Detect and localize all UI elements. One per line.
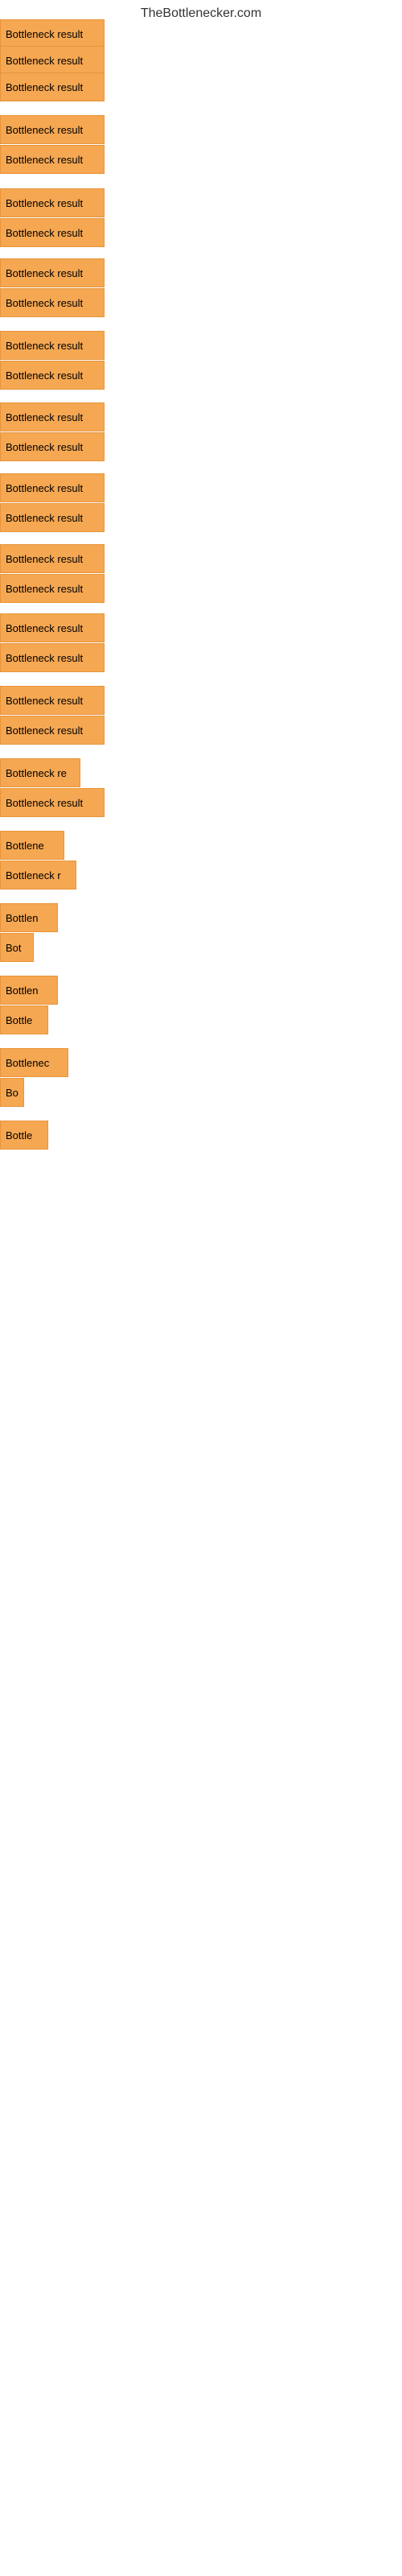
bottleneck-result-label: Bottleneck result — [6, 197, 83, 209]
bottleneck-result-item: Bottlenec — [0, 1048, 68, 1077]
bottleneck-result-label: Bottleneck result — [6, 124, 83, 136]
bottleneck-result-item: Bottle — [0, 1121, 48, 1150]
bottleneck-result-item: Bottleneck result — [0, 331, 105, 360]
bottleneck-result-item: Bottleneck result — [0, 643, 105, 672]
bottleneck-result-label: Bottleneck result — [6, 441, 83, 453]
bottleneck-result-label: Bottleneck r — [6, 869, 61, 881]
bottleneck-result-label: Bo — [6, 1087, 18, 1099]
bottleneck-result-label: Bottleneck result — [6, 340, 83, 352]
bottleneck-result-item: Bottleneck result — [0, 613, 105, 642]
bottleneck-result-item: Bottleneck result — [0, 432, 105, 461]
bottleneck-result-item: Bottlene — [0, 831, 64, 860]
bottleneck-result-label: Bottlene — [6, 840, 44, 852]
bottleneck-result-item: Bottleneck result — [0, 686, 105, 715]
bottleneck-result-label: Bottleneck result — [6, 297, 83, 309]
bottleneck-result-item: Bottlen — [0, 903, 58, 932]
bottleneck-result-label: Bot — [6, 942, 22, 954]
bottleneck-result-label: Bottleneck result — [6, 512, 83, 524]
bottleneck-result-label: Bottleneck result — [6, 583, 83, 595]
bottleneck-result-item: Bottleneck result — [0, 402, 105, 431]
bottleneck-result-item: Bottleneck result — [0, 716, 105, 745]
bottleneck-result-item: Bottleneck result — [0, 544, 105, 573]
bottleneck-result-item: Bottle — [0, 1005, 48, 1034]
bottleneck-result-label: Bottleneck result — [6, 267, 83, 279]
bottleneck-result-item: Bo — [0, 1078, 24, 1107]
bottleneck-result-item: Bottleneck result — [0, 218, 105, 247]
bottleneck-result-label: Bottleneck result — [6, 227, 83, 239]
bottleneck-result-label: Bottleneck re — [6, 767, 67, 779]
bottleneck-result-item: Bottleneck r — [0, 861, 76, 890]
bottleneck-result-label: Bottlenec — [6, 1057, 49, 1069]
bottleneck-result-item: Bottleneck re — [0, 758, 80, 787]
bottleneck-result-label: Bottle — [6, 1014, 32, 1026]
bottleneck-result-label: Bottleneck result — [6, 154, 83, 166]
bottleneck-result-item: Bottleneck result — [0, 188, 105, 217]
bottleneck-result-label: Bottleneck result — [6, 797, 83, 809]
bottleneck-result-item: Bottleneck result — [0, 115, 105, 144]
bottleneck-result-item: Bottleneck result — [0, 788, 105, 817]
bottleneck-result-label: Bottleneck result — [6, 369, 83, 382]
bottleneck-result-item: Bottleneck result — [0, 145, 105, 174]
bottleneck-result-item: Bottleneck result — [0, 574, 105, 603]
bottleneck-result-item: Bottleneck result — [0, 503, 105, 532]
bottleneck-result-label: Bottlen — [6, 912, 38, 924]
bottleneck-result-label: Bottleneck result — [6, 724, 83, 737]
bottleneck-result-label: Bottlen — [6, 985, 38, 997]
bottleneck-result-label: Bottleneck result — [6, 652, 83, 664]
bottleneck-result-label: Bottleneck result — [6, 622, 83, 634]
bottleneck-result-item: Bottleneck result — [0, 258, 105, 287]
bottleneck-result-label: Bottleneck result — [6, 411, 83, 423]
bottleneck-result-item: Bottleneck result — [0, 361, 105, 390]
bottleneck-result-item: Bottleneck result — [0, 72, 105, 101]
bottleneck-result-item: Bottleneck result — [0, 473, 105, 502]
bottleneck-result-label: Bottleneck result — [6, 55, 83, 67]
bottleneck-result-label: Bottle — [6, 1129, 32, 1141]
bottleneck-result-label: Bottleneck result — [6, 553, 83, 565]
bottleneck-result-item: Bottleneck result — [0, 46, 105, 75]
bottleneck-result-label: Bottleneck result — [6, 81, 83, 93]
bottleneck-result-label: Bottleneck result — [6, 482, 83, 494]
bottleneck-result-item: Bot — [0, 933, 34, 962]
bottleneck-result-item: Bottleneck result — [0, 19, 105, 48]
bottleneck-result-item: Bottlen — [0, 976, 58, 1005]
bottleneck-result-label: Bottleneck result — [6, 695, 83, 707]
bottleneck-result-label: Bottleneck result — [6, 28, 83, 40]
bottleneck-result-item: Bottleneck result — [0, 288, 105, 317]
